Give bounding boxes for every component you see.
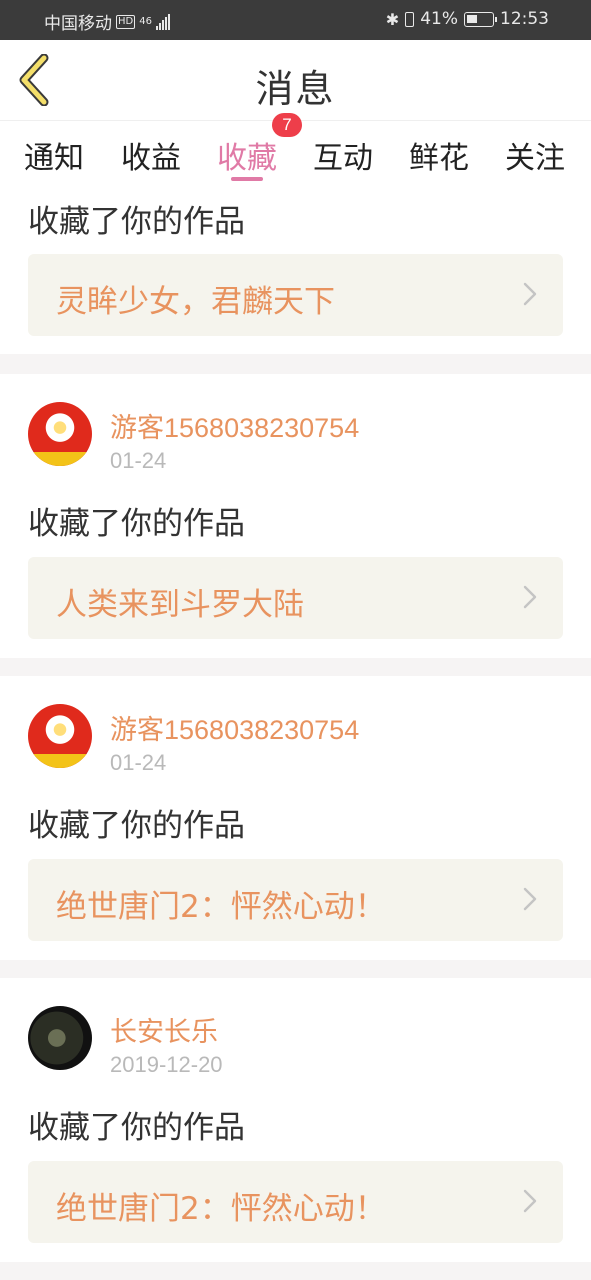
tab-favorites[interactable]: 收藏 [217, 133, 277, 177]
chevron-right-icon [523, 887, 537, 911]
work-link[interactable]: 人类来到斗罗大陆 [28, 557, 563, 639]
battery-icon [464, 11, 497, 27]
message-action-text: 收藏了你的作品 [28, 808, 245, 844]
work-title: 人类来到斗罗大陆 [56, 587, 304, 623]
username[interactable]: 长安长乐 [110, 1010, 218, 1049]
vibrate-icon [405, 11, 415, 27]
message-card: 长安长乐 2019-12-20 收藏了你的作品 绝世唐门2：怦然心动！ [0, 978, 591, 1262]
page-title: 消息 [255, 67, 336, 111]
work-title: 灵眸少女，君麟天下 [56, 284, 335, 320]
work-title: 绝世唐门2：怦然心动！ [56, 1191, 386, 1227]
tab-notifications[interactable]: 通知 [24, 133, 84, 177]
message-date: 01-24 [110, 750, 167, 775]
avatar[interactable] [28, 402, 92, 466]
work-link[interactable]: 绝世唐门2：怦然心动！ [28, 859, 563, 941]
network-type-label: 46 [139, 15, 152, 27]
status-left: 中国移动 HD 46 [44, 9, 170, 34]
tab-flowers[interactable]: 鲜花 [409, 133, 469, 177]
message-card: 收藏了你的作品 灵眸少女，君麟天下 [0, 186, 591, 354]
message-action-text: 收藏了你的作品 [28, 506, 245, 542]
header-bar: 消息 [0, 40, 591, 120]
avatar[interactable] [28, 1006, 92, 1070]
message-date: 01-24 [110, 448, 167, 473]
username[interactable]: 游客1568038230754 [110, 406, 359, 445]
message-action-text: 收藏了你的作品 [28, 1110, 245, 1146]
work-link[interactable]: 灵眸少女，君麟天下 [28, 254, 563, 336]
avatar[interactable] [28, 704, 92, 768]
chevron-right-icon [523, 1189, 537, 1213]
work-title: 绝世唐门2：怦然心动！ [56, 889, 386, 925]
tab-interactions[interactable]: 互动 [313, 133, 373, 177]
chevron-right-icon [523, 585, 537, 609]
favorites-count-badge: 7 [272, 113, 302, 137]
username[interactable]: 游客1568038230754 [110, 708, 359, 747]
message-card: 游客1568038230754 01-24 收藏了你的作品 人类来到斗罗大陆 [0, 374, 591, 658]
bluetooth-icon: ✱ [385, 9, 400, 29]
status-bar: 中国移动 HD 46 ✱ 41% 12:53 [0, 0, 591, 40]
hd-badge: HD [116, 14, 136, 29]
tab-follows[interactable]: 关注 [505, 133, 565, 177]
chevron-right-icon [523, 282, 537, 306]
message-date: 2019-12-20 [110, 1052, 223, 1077]
active-tab-indicator [231, 177, 263, 181]
message-card: 游客1568038230754 01-24 收藏了你的作品 绝世唐门2：怦然心动… [0, 676, 591, 960]
battery-percent: 41% [420, 9, 458, 29]
message-action-text: 收藏了你的作品 [28, 204, 245, 240]
tab-earnings[interactable]: 收益 [121, 133, 181, 177]
signal-icon [155, 13, 170, 30]
carrier-label: 中国移动 [44, 14, 112, 34]
work-link[interactable]: 绝世唐门2：怦然心动！ [28, 1161, 563, 1243]
clock: 12:53 [500, 9, 549, 29]
status-right: ✱ 41% 12:53 [386, 9, 549, 29]
